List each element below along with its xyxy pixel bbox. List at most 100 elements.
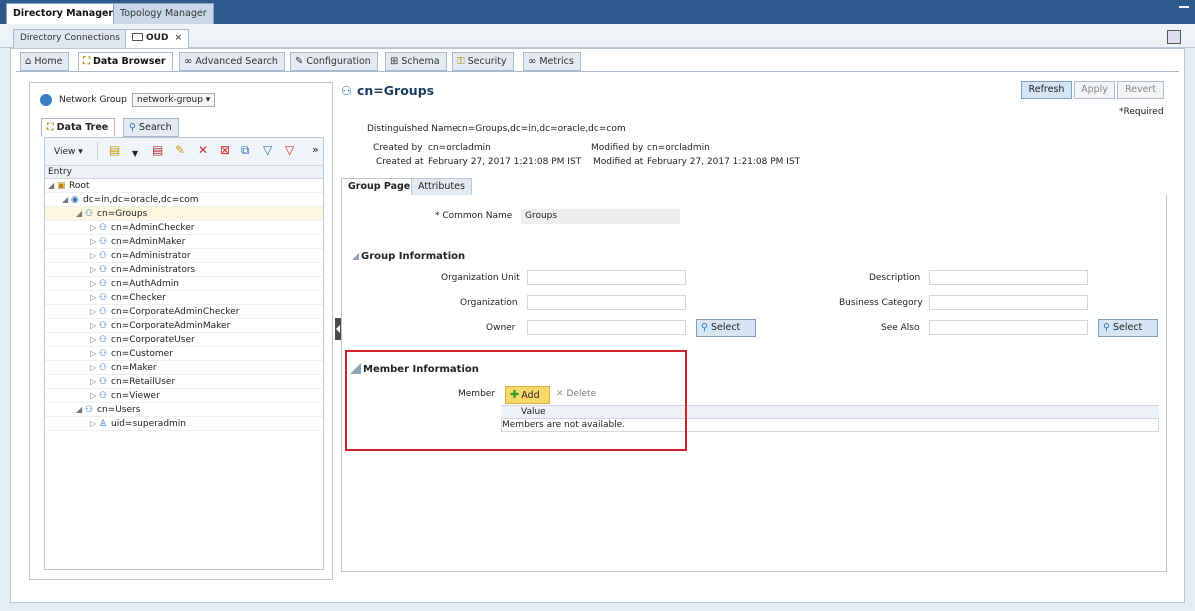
group-icon: ⚇	[99, 223, 108, 233]
owner-field[interactable]	[527, 320, 686, 335]
group-icon: ⚇	[99, 307, 108, 317]
group-icon: ⚇	[99, 293, 108, 303]
tab-schema[interactable]: ⊞ Schema	[385, 52, 447, 71]
tab-data-tree[interactable]: ⛶ Data Tree	[41, 118, 116, 137]
group-icon: ⚇	[99, 321, 108, 331]
expand-icon[interactable]: ▷	[90, 361, 99, 374]
tree-node[interactable]: ▷ ⚇ cn=CorporateUser	[45, 333, 323, 347]
expand-icon[interactable]: ▷	[90, 221, 99, 234]
tab-oud[interactable]: OUD ×	[125, 29, 190, 48]
view-menu[interactable]: View ▾	[54, 147, 83, 157]
key-icon: ⚿	[457, 56, 465, 67]
revert-button[interactable]: Revert	[1117, 81, 1164, 99]
tree-node[interactable]: ▷ ⚇ cn=AdminMaker	[45, 235, 323, 249]
tree-node[interactable]: ▷ ⚇ cn=CorporateAdminChecker	[45, 305, 323, 319]
tab-security[interactable]: ⚿ Security	[452, 52, 514, 71]
apply-button[interactable]: Apply	[1074, 81, 1115, 99]
network-group-label: Network Group	[59, 95, 127, 105]
collapse-icon[interactable]: ◢	[76, 403, 85, 416]
group-icon: ⚇	[99, 335, 108, 345]
expand-icon[interactable]: ▷	[90, 249, 99, 262]
tree-node[interactable]: ▷ ⚇ cn=AdminChecker	[45, 221, 323, 235]
tree-column-header: Entry	[45, 166, 323, 179]
tab-metrics[interactable]: ∞ Metrics	[523, 52, 581, 71]
clear-filter-icon[interactable]: ▽	[285, 143, 294, 157]
expand-icon[interactable]: ▷	[90, 333, 99, 346]
save-icon[interactable]	[1167, 30, 1181, 44]
group-icon: ⚇	[99, 363, 108, 373]
expand-icon[interactable]: ▷	[90, 235, 99, 248]
tab-advanced-search[interactable]: ∞ Advanced Search	[179, 52, 285, 71]
tree-node[interactable]: ◢ ◉ dc=in,dc=oracle,dc=com	[45, 193, 323, 207]
tab-topology-manager[interactable]: Topology Manager	[113, 3, 214, 24]
owner-select-button[interactable]: ⚲ Select	[696, 319, 756, 337]
expand-icon[interactable]: ▷	[90, 417, 99, 430]
app-tab-bar: Directory Manager Topology Manager	[0, 0, 1195, 24]
tab-group-page[interactable]: Group Page	[341, 178, 418, 196]
edit-entry-icon[interactable]: ▤	[152, 143, 163, 157]
expand-icon[interactable]: ▷	[90, 263, 99, 276]
see-also-select-button[interactable]: ⚲ Select	[1098, 319, 1158, 337]
group-icon: ⚇	[99, 265, 108, 275]
see-also-field[interactable]	[929, 320, 1088, 335]
minimize-icon[interactable]	[1179, 2, 1189, 8]
tree-node[interactable]: ▷ ♙ uid=superadmin	[45, 417, 323, 431]
expand-icon[interactable]: ▷	[90, 347, 99, 360]
expand-icon[interactable]: ▷	[90, 319, 99, 332]
tab-directory-manager[interactable]: Directory Manager	[6, 3, 121, 24]
home-icon: ⌂	[25, 56, 32, 67]
collapse-icon[interactable]: ◢	[62, 193, 71, 206]
group-information-header[interactable]: Group Information	[352, 251, 465, 262]
highlight-box	[345, 350, 687, 451]
collapse-icon[interactable]: ◢	[76, 207, 85, 220]
tree-node[interactable]: ▷ ⚇ cn=RetailUser	[45, 375, 323, 389]
delete-icon[interactable]: ✕	[198, 143, 208, 157]
created-by-value: cn=orcladmin	[428, 143, 491, 153]
group-icon: ⚇	[341, 84, 352, 98]
tab-home[interactable]: ⌂ Home	[20, 52, 70, 71]
expand-icon[interactable]: ▷	[90, 375, 99, 388]
tree-node[interactable]: ▷ ⚇ cn=CorporateAdminMaker	[45, 319, 323, 333]
tree-node[interactable]: ▷ ⚇ cn=Customer	[45, 347, 323, 361]
expand-icon[interactable]: ▷	[90, 291, 99, 304]
tree-node[interactable]: ▷ ⚇ cn=Maker	[45, 361, 323, 375]
new-entry-icon[interactable]: ▤	[109, 143, 120, 157]
expand-icon[interactable]: ▷	[90, 277, 99, 290]
tree-node[interactable]: ▷ ⚇ cn=Checker	[45, 291, 323, 305]
close-icon[interactable]: ×	[175, 33, 183, 43]
tree-node-selected[interactable]: ◢ ⚇ cn=Groups	[45, 207, 323, 221]
delete-subtree-icon[interactable]: ⊠	[220, 143, 230, 157]
tree-node-root[interactable]: ◢ ▣ Root	[45, 179, 323, 193]
modified-by-value: cn=orcladmin	[647, 143, 710, 153]
tab-attributes[interactable]: Attributes	[411, 178, 472, 196]
created-at-label: Created at	[376, 157, 424, 167]
tree-node[interactable]: ▷ ⚇ cn=Administrators	[45, 263, 323, 277]
description-field[interactable]	[929, 270, 1088, 285]
tab-configuration[interactable]: ✎ Configuration	[290, 52, 378, 71]
overflow-icon[interactable]: »	[312, 143, 319, 157]
owner-label: Owner	[486, 323, 516, 333]
org-unit-field[interactable]	[527, 270, 686, 285]
created-by-label: Created by	[373, 143, 423, 153]
copy-entry-icon[interactable]: ⧉	[241, 143, 250, 157]
pencil-icon[interactable]: ✎	[175, 143, 185, 157]
expand-icon[interactable]: ▷	[90, 389, 99, 402]
new-entry-dropdown-icon[interactable]: ▼	[132, 147, 138, 161]
tree-node[interactable]: ▷ ⚇ cn=AuthAdmin	[45, 277, 323, 291]
collapse-icon[interactable]: ◢	[48, 179, 57, 192]
organization-field[interactable]	[527, 295, 686, 310]
business-category-field[interactable]	[929, 295, 1088, 310]
tab-search[interactable]: ⚲ Search	[123, 118, 179, 137]
page-title: cn=Groups	[357, 83, 435, 98]
filter-icon[interactable]: ▽	[263, 143, 272, 157]
expand-icon[interactable]: ▷	[90, 305, 99, 318]
tree-node[interactable]: ▷ ⚇ cn=Viewer	[45, 389, 323, 403]
tree-node[interactable]: ◢ ⚇ cn=Users	[45, 403, 323, 417]
refresh-button[interactable]: Refresh	[1021, 81, 1072, 99]
tab-directory-connections[interactable]: Directory Connections	[13, 29, 127, 48]
tree-node[interactable]: ▷ ⚇ cn=Administrator	[45, 249, 323, 263]
group-icon: ⚇	[99, 251, 108, 261]
network-group-select[interactable]: network-group ▾	[132, 93, 216, 107]
tab-data-browser[interactable]: ⛶ Data Browser	[78, 52, 173, 71]
search-icon: ⚲	[701, 322, 708, 333]
